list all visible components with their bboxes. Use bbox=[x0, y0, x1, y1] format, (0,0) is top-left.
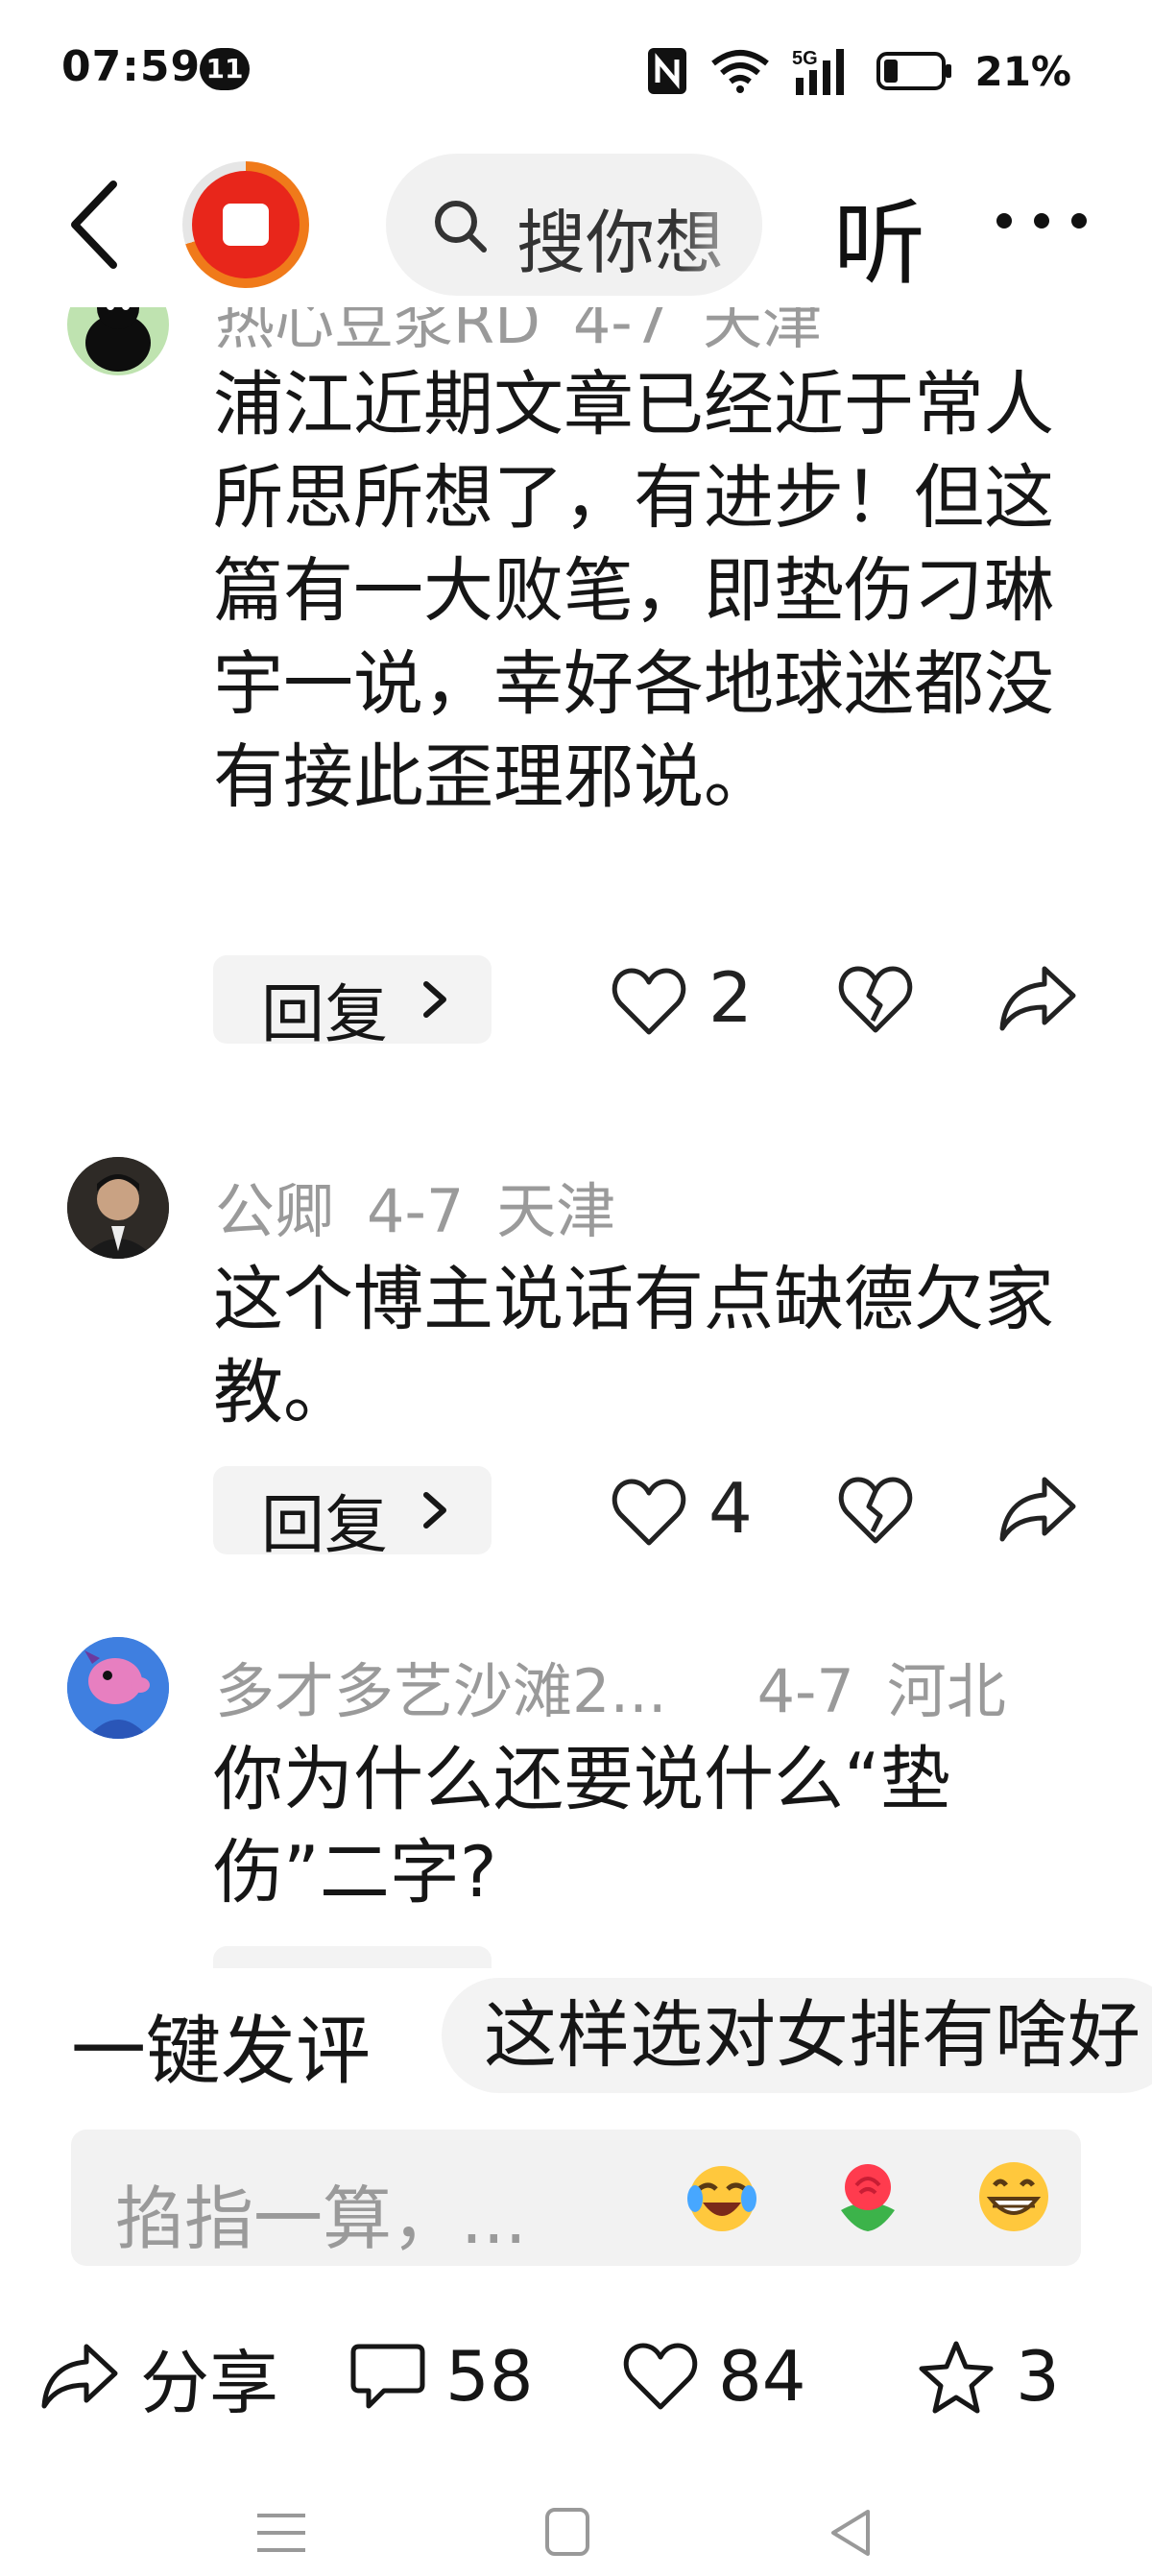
avatar-cartoon-icon bbox=[67, 1637, 169, 1739]
channel-avatar[interactable] bbox=[182, 161, 309, 288]
reply-button[interactable]: 回复 bbox=[213, 955, 492, 1051]
laughing-crying-emoji[interactable] bbox=[682, 2156, 762, 2237]
comment-location: 天津 bbox=[496, 1176, 616, 1246]
comment-meta: 热心豆浆RD 4-7 天津 bbox=[215, 307, 854, 360]
like-count: 4 bbox=[708, 1468, 753, 1549]
chevron-right-icon bbox=[423, 1492, 446, 1529]
comment-date: 4-7 bbox=[572, 307, 671, 357]
share-arrow-icon[interactable] bbox=[998, 961, 1079, 1036]
quick-comment-title: 一键发评 bbox=[71, 2009, 372, 2093]
top-header: 搜你想 听 bbox=[0, 144, 1152, 307]
like-count: 84 bbox=[718, 2336, 806, 2417]
search-bar[interactable]: 搜你想 bbox=[386, 154, 762, 296]
like-count: 2 bbox=[708, 957, 753, 1038]
comment-text: 这个博主说话有点缺德欠家教。 bbox=[213, 1259, 1054, 1433]
red-packet-icon bbox=[192, 171, 300, 278]
notification-count-badge: 11 bbox=[200, 48, 250, 90]
like-heart-icon[interactable] bbox=[611, 965, 687, 1038]
system-nav-bar bbox=[0, 2477, 1152, 2576]
star-icon bbox=[919, 2341, 994, 2414]
user-avatar[interactable] bbox=[67, 307, 169, 375]
comment-text: 浦江近期文章已经近于常人所思所想了，有进步！但这篇有一大败笔，即垫伤刁琳宇一说，… bbox=[213, 364, 1054, 818]
share-arrow-icon[interactable] bbox=[998, 1472, 1079, 1547]
back-nav-icon[interactable] bbox=[818, 2506, 885, 2560]
user-avatar[interactable] bbox=[67, 1637, 169, 1739]
comment-author[interactable]: 多才多艺沙滩2... bbox=[215, 1656, 667, 1726]
quick-comment-suggestion[interactable]: 这样选对女排有啥好 bbox=[442, 1978, 1152, 2093]
chevron-right-icon bbox=[423, 981, 446, 1018]
comment-date: 4-7 bbox=[756, 1656, 854, 1726]
comment-bubble-icon bbox=[350, 2344, 425, 2409]
comment-count: 58 bbox=[445, 2336, 534, 2417]
broken-heart-icon[interactable] bbox=[837, 1474, 914, 1547]
wifi-icon bbox=[711, 50, 770, 93]
bottom-action-bar: 分享 58 84 3 bbox=[0, 2304, 1152, 2439]
comment-location: 天津 bbox=[703, 307, 823, 357]
comment-author[interactable]: 公卿 bbox=[215, 1176, 334, 1246]
signal-5g-icon: 5G bbox=[792, 48, 845, 95]
reply-button[interactable]: 回复 bbox=[213, 1946, 492, 1968]
status-time: 07:59 bbox=[61, 42, 202, 91]
comment-text: 你为什么还要说什么“垫伤”二字? bbox=[213, 1739, 950, 1914]
comment-input[interactable]: 掐指一算，... bbox=[71, 2130, 1081, 2266]
status-icons: 5G 21% bbox=[646, 42, 1071, 100]
like-heart-icon[interactable] bbox=[611, 1476, 687, 1549]
back-arrow-icon bbox=[71, 181, 117, 269]
battery-percent: 21% bbox=[974, 47, 1071, 95]
share-button[interactable]: 分享 bbox=[40, 2333, 278, 2423]
svg-text:5G: 5G bbox=[792, 48, 818, 69]
home-icon[interactable] bbox=[534, 2506, 601, 2560]
menu-icon[interactable] bbox=[248, 2506, 315, 2560]
more-button[interactable] bbox=[989, 173, 1094, 269]
favorite-count: 3 bbox=[1016, 2336, 1060, 2417]
like-button[interactable]: 84 bbox=[622, 2333, 806, 2420]
more-dots-icon bbox=[996, 213, 1087, 229]
quick-comment-bar: 一键发评 这样选对女排有啥好 bbox=[0, 1978, 1152, 2093]
comment-count-button[interactable]: 58 bbox=[349, 2333, 534, 2420]
rose-emoji[interactable] bbox=[828, 2156, 908, 2237]
comment-date: 4-7 bbox=[367, 1176, 465, 1246]
comment-input-placeholder: 掐指一算，... bbox=[115, 2179, 527, 2259]
user-avatar[interactable] bbox=[67, 1157, 169, 1259]
share-label: 分享 bbox=[140, 2342, 279, 2423]
listen-button[interactable]: 听 bbox=[833, 169, 925, 302]
heart-icon bbox=[623, 2343, 698, 2410]
comment-meta: 多才多艺沙滩2... 4-7 河北 bbox=[215, 1643, 1039, 1729]
comment-location: 河北 bbox=[886, 1656, 1006, 1726]
back-button[interactable] bbox=[58, 177, 134, 273]
grinning-emoji[interactable] bbox=[973, 2156, 1054, 2237]
comment-meta: 公卿 4-7 天津 bbox=[215, 1163, 648, 1249]
search-fade bbox=[676, 154, 762, 296]
battery-icon bbox=[876, 52, 952, 90]
reply-label: 回复 bbox=[261, 977, 388, 1051]
reply-label: 回复 bbox=[261, 1488, 388, 1562]
comment-author[interactable]: 热心豆浆RD bbox=[215, 307, 540, 357]
reply-label: 回复 bbox=[261, 1954, 388, 1968]
status-bar: 07:59 11 5G 21% bbox=[0, 0, 1152, 144]
reply-button[interactable]: 回复 bbox=[213, 1466, 492, 1562]
avatar-portrait-icon bbox=[67, 1157, 169, 1259]
nfc-icon bbox=[648, 48, 687, 94]
share-arrow-icon bbox=[41, 2344, 118, 2409]
favorite-button[interactable]: 3 bbox=[916, 2333, 1060, 2420]
broken-heart-icon[interactable] bbox=[837, 963, 914, 1036]
comment-list[interactable]: 热心豆浆RD 4-7 天津 浦江近期文章已经近于常人所思所想了，有进步！但这篇有一大… bbox=[0, 307, 1152, 1968]
avatar-figure-icon bbox=[85, 307, 151, 372]
red-packet-card bbox=[223, 204, 269, 246]
search-icon bbox=[435, 201, 487, 253]
